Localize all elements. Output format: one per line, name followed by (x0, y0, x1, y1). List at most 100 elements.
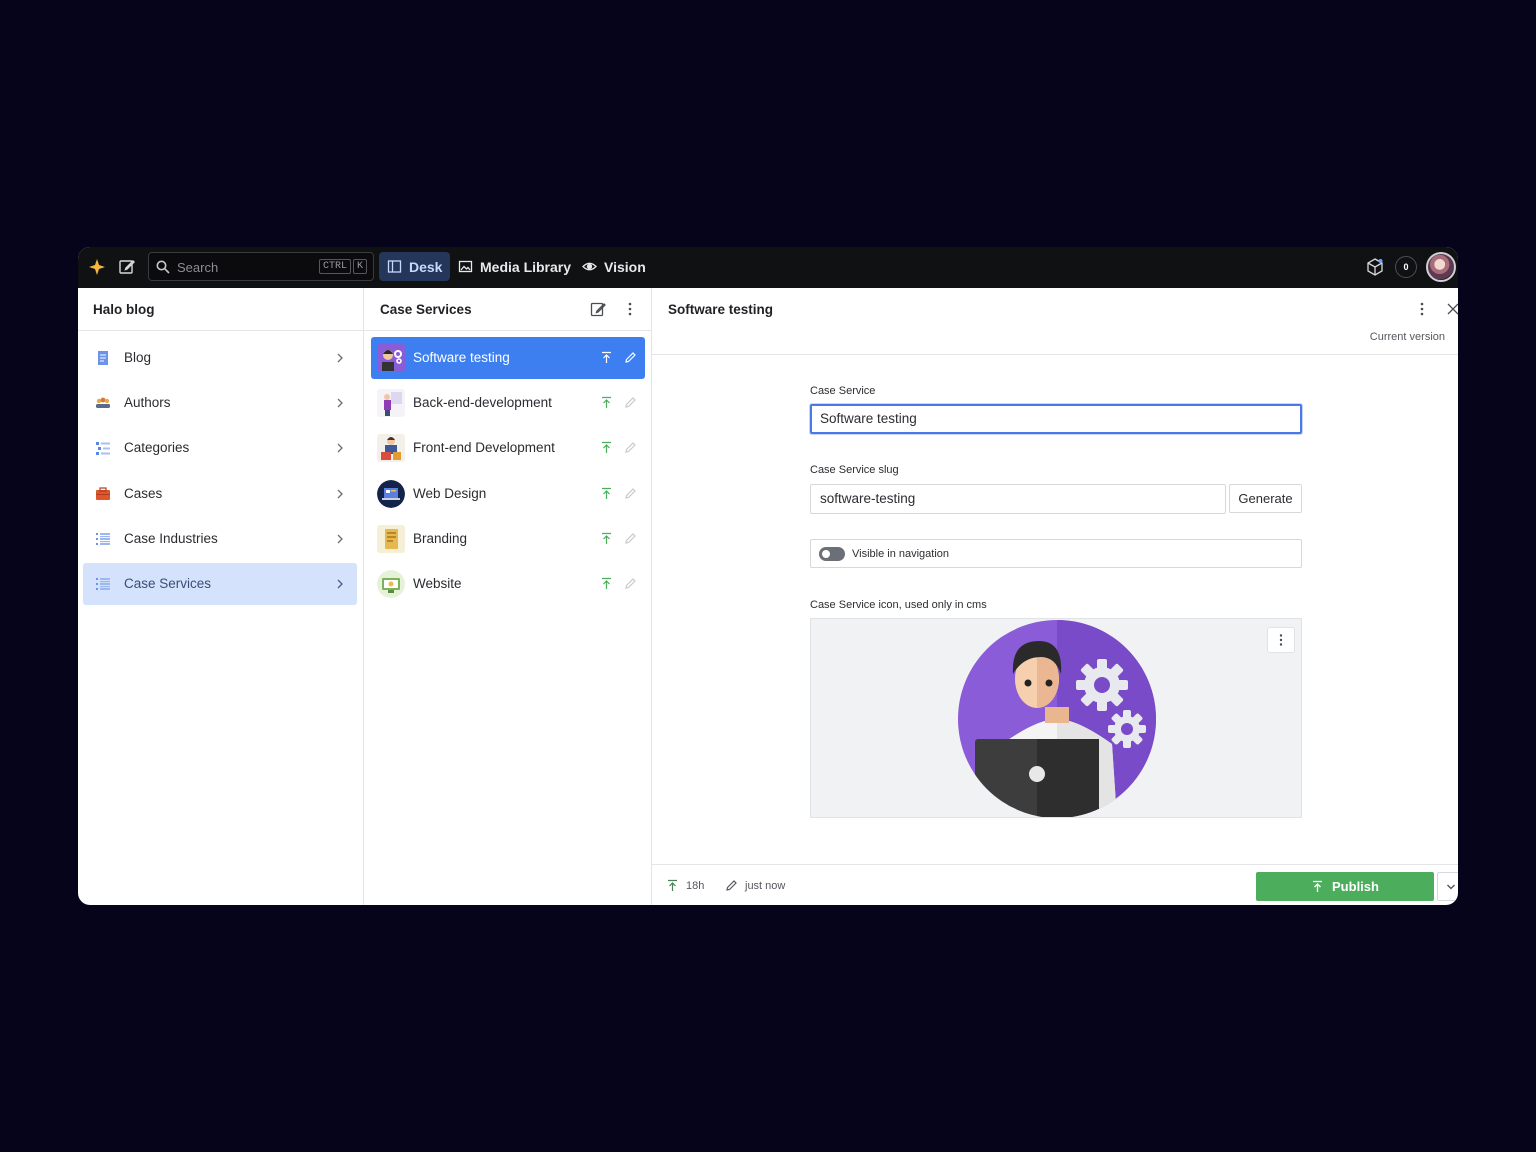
document-header: Software testing Current version (652, 288, 1458, 355)
search-shortcut: CTRL K (318, 259, 367, 274)
search-input[interactable]: Search CTRL K (148, 252, 374, 281)
list-item-label: Web Design (413, 486, 487, 501)
edit-status-icon (625, 578, 636, 589)
chevron-right-icon (337, 353, 343, 363)
document-title: Software testing (668, 302, 774, 317)
structure-item-label: Case Industries (124, 531, 218, 546)
structure-item-case-industries[interactable]: Case Industries (83, 518, 357, 560)
software-testing-illustration (958, 620, 1156, 817)
more-vertical-icon[interactable] (622, 301, 638, 317)
nav-vision-label: Vision (604, 258, 646, 275)
avatar[interactable] (1426, 252, 1456, 282)
publish-options-button[interactable] (1437, 872, 1458, 901)
name-field[interactable]: Software testing (810, 404, 1302, 434)
categories-icon (96, 442, 110, 455)
chevron-right-icon (337, 398, 343, 408)
image-icon (458, 260, 473, 273)
publish-icon (1313, 880, 1323, 892)
icon-image-field[interactable] (810, 618, 1302, 818)
image-options-button[interactable] (1267, 627, 1295, 653)
published-status: 18h (666, 879, 704, 892)
chevron-right-icon (337, 443, 343, 453)
compose-icon[interactable] (118, 258, 136, 276)
list-icon (96, 533, 110, 545)
studio-window: Search CTRL K Desk Media Library Vision … (78, 247, 1458, 905)
publish-status-icon (602, 532, 611, 544)
structure-item-authors[interactable]: Authors (83, 382, 357, 424)
notification-badge[interactable]: 0 (1395, 256, 1417, 278)
branding-thumbnail (377, 525, 405, 553)
more-vertical-icon (1279, 634, 1283, 646)
edited-ago: just now (745, 879, 786, 892)
nav-vision[interactable]: Vision (574, 252, 654, 281)
nav-desk[interactable]: Desk (379, 252, 451, 281)
more-vertical-icon[interactable] (1414, 301, 1430, 317)
front-end-development-thumbnail (377, 434, 405, 462)
edit-status-icon (625, 352, 636, 363)
list-header: Case Services (364, 288, 651, 331)
structure-header: Halo blog (78, 288, 363, 331)
software-testing-thumbnail (377, 344, 405, 372)
published-ago: 18h (686, 879, 705, 892)
list-item-back-end-development[interactable]: Back-end-development (371, 382, 645, 424)
list-item-software-testing[interactable]: Software testing (371, 337, 645, 379)
document-footer: 18h just now Publish (652, 864, 1458, 905)
structure-item-label: Cases (124, 486, 163, 501)
publish-status-icon (602, 396, 611, 408)
list-item-website[interactable]: Website (371, 563, 645, 605)
structure-item-label: Blog (124, 350, 152, 365)
nav-desk-label: Desk (409, 258, 443, 275)
list-item-front-end-development[interactable]: Front-end Development (371, 427, 645, 469)
edit-status-icon (625, 488, 636, 499)
edit-status-icon (625, 397, 636, 408)
slug-field[interactable]: software-testing (810, 484, 1226, 514)
publish-status-icon (668, 879, 677, 891)
structure-item-label: Case Services (124, 576, 212, 591)
list-title: Case Services (380, 302, 472, 317)
people-icon (96, 397, 110, 408)
document-icon (98, 351, 108, 365)
structure-item-categories[interactable]: Categories (83, 427, 357, 469)
structure-item-case-services[interactable]: Case Services (83, 563, 357, 605)
package-icon[interactable] (1365, 257, 1385, 277)
list-item-label: Website (413, 576, 462, 591)
search-icon (156, 260, 170, 274)
list-item-branding[interactable]: Branding (371, 518, 645, 560)
structure-pane: Halo blog Blog Authors Categories Cases … (78, 288, 364, 905)
list-item-label: Branding (413, 531, 468, 546)
version-selector[interactable]: Current version (1370, 331, 1445, 343)
list-item-label: Software testing (413, 350, 510, 365)
shortcut-key-ctrl: CTRL (318, 259, 351, 274)
structure-item-label: Authors (124, 395, 171, 410)
visible-in-navigation-toggle[interactable] (819, 547, 845, 561)
publish-status-icon (602, 577, 611, 589)
desk-icon (387, 260, 402, 273)
eye-icon (582, 262, 597, 271)
structure-item-blog[interactable]: Blog (83, 337, 357, 379)
structure-item-label: Categories (124, 440, 190, 455)
publish-button-label: Publish (1332, 879, 1379, 894)
structure-item-cases[interactable]: Cases (83, 473, 357, 515)
structure-title: Halo blog (93, 302, 155, 317)
nav-media-library-label: Media Library (480, 258, 572, 275)
chevron-down-icon (1447, 884, 1455, 890)
search-placeholder: Search (177, 260, 219, 275)
list-item-web-design[interactable]: Web Design (371, 473, 645, 515)
web-design-thumbnail (377, 480, 405, 508)
close-icon[interactable] (1446, 301, 1458, 317)
publish-status-icon (602, 487, 611, 499)
shortcut-key-k: K (352, 259, 367, 274)
list-item-label: Back-end-development (413, 395, 552, 410)
generate-slug-button[interactable]: Generate (1229, 484, 1302, 513)
website-thumbnail (377, 570, 405, 598)
edited-status: just now (725, 879, 785, 892)
briefcase-icon (96, 487, 110, 500)
icon-field-label: Case Service icon, used only in cms (810, 599, 987, 611)
create-document-icon[interactable] (590, 301, 606, 317)
publish-status-icon (602, 351, 611, 363)
top-bar: Search CTRL K Desk Media Library Vision … (78, 247, 1458, 288)
logo-icon[interactable] (88, 258, 106, 276)
list-item-label: Front-end Development (413, 440, 555, 455)
nav-media-library[interactable]: Media Library (450, 252, 579, 281)
publish-button[interactable]: Publish (1256, 872, 1434, 901)
